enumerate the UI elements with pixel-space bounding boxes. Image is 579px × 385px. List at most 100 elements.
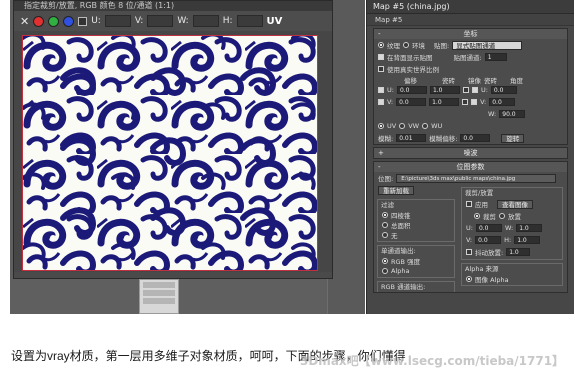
- apply-checkbox[interactable]: [466, 201, 472, 207]
- map-name-field[interactable]: Map #5: [367, 14, 574, 26]
- v-tile-checkbox[interactable]: [471, 99, 478, 105]
- uv-label: UV: [266, 15, 283, 27]
- w-angle-field[interactable]: 90.0: [499, 110, 526, 118]
- rgb-output-label: RGB 通道输出:: [381, 283, 426, 291]
- alpha-source-group: Alpha 来源 图像 Alpha: [461, 263, 563, 286]
- w-axis-label: W:: [488, 110, 497, 118]
- jitter-checkbox[interactable]: [466, 249, 472, 255]
- crop-v-field[interactable]: 0.0: [475, 236, 502, 244]
- blur-offset-field[interactable]: 0.0: [460, 134, 491, 142]
- u-field[interactable]: [104, 15, 131, 27]
- uv-radio[interactable]: [378, 123, 384, 129]
- u-offset-field[interactable]: 0.0: [396, 86, 427, 94]
- u-axis-label: U:: [387, 86, 394, 94]
- menu-row[interactable]: [143, 298, 175, 304]
- crop-u-field[interactable]: 0.0: [475, 224, 502, 232]
- crop-h-field[interactable]: 1.0: [514, 236, 541, 244]
- collapse-icon[interactable]: -: [378, 29, 381, 39]
- texture-radio[interactable]: [378, 42, 384, 48]
- view-image-button[interactable]: 查看图像: [497, 199, 533, 209]
- menu-row[interactable]: [143, 282, 175, 288]
- blur-row: 模糊: 0.01 模糊偏移: 0.0 旋转: [374, 132, 567, 144]
- crop-radio[interactable]: [474, 213, 480, 219]
- close-icon[interactable]: ✕: [20, 15, 29, 28]
- bitmap-path-button[interactable]: E:\picture\3ds max\public maps\china.jpg: [396, 173, 557, 183]
- crop-u-label: U:: [466, 224, 473, 232]
- green-channel-button[interactable]: [48, 15, 60, 27]
- wu-radio[interactable]: [422, 123, 429, 129]
- show-on-back-row: 在背面显示贴图 贴图通道: 1: [374, 51, 567, 63]
- mono-rgb-radio[interactable]: [382, 258, 388, 264]
- col-angle-header: 角度: [510, 76, 523, 85]
- w-field[interactable]: [192, 15, 219, 27]
- w-label: W:: [177, 16, 189, 26]
- apply-label: 应用: [475, 201, 488, 209]
- filter-summed-radio[interactable]: [382, 222, 388, 228]
- blur-field[interactable]: 0.01: [396, 134, 427, 142]
- col-offset-header: 偏移: [404, 76, 417, 85]
- h-field[interactable]: [236, 15, 263, 27]
- quad-menu-fragment[interactable]: [139, 279, 179, 314]
- vw-radio-label: VW: [408, 122, 420, 130]
- menu-row[interactable]: [143, 290, 175, 296]
- noise-rollout: + 噪波: [373, 147, 568, 159]
- coord-column-headers: 偏移 瓷砖 镜像 瓷砖 角度: [374, 75, 567, 85]
- u-use-checkbox[interactable]: [378, 87, 384, 93]
- bitmap-rollout-header[interactable]: - 位图参数: [374, 162, 567, 172]
- bitmap-path-label: 位图:: [378, 175, 394, 183]
- v-offset-field[interactable]: 0.0: [396, 98, 427, 106]
- alpha-image-radio[interactable]: [466, 276, 472, 282]
- place-radio[interactable]: [499, 213, 505, 219]
- collapse-icon[interactable]: -: [378, 162, 381, 172]
- crop-window-bottom-bar: [14, 272, 332, 278]
- v-mirror-checkbox[interactable]: [462, 99, 469, 105]
- vw-radio[interactable]: [399, 123, 406, 129]
- map-channel-spinner[interactable]: 1: [484, 53, 507, 61]
- v-angle-field[interactable]: 0.0: [489, 98, 516, 106]
- uvw-row: UV VW WU: [374, 120, 567, 132]
- crop-h-label: H:: [504, 236, 512, 244]
- show-on-back-checkbox[interactable]: [378, 54, 384, 60]
- noise-rollout-header[interactable]: + 噪波: [374, 148, 567, 158]
- u-mirror-checkbox[interactable]: [462, 87, 469, 93]
- mono-output-group: 单通道输出: RGB 强度 Alpha: [377, 245, 455, 278]
- filter-none-radio[interactable]: [382, 232, 388, 238]
- blue-channel-button[interactable]: [63, 15, 75, 27]
- bitmap-right-column: 裁剪/放置 应用 查看图像 裁剪 放置 U: 0.0 W: 1.0 V: 0.0 H: 1.0 …: [458, 184, 566, 292]
- expand-icon[interactable]: +: [378, 148, 384, 158]
- v-use-checkbox[interactable]: [378, 99, 384, 105]
- red-channel-button[interactable]: [33, 15, 45, 27]
- u-tiling-field[interactable]: 1.0: [429, 86, 460, 94]
- show-on-back-label: 在背面显示贴图: [387, 54, 433, 62]
- material-editor-panel: Map #5 (china.jpg) Map #5 - 坐标 纹理 环境 贴图:…: [366, 0, 574, 314]
- mono-alpha-radio[interactable]: [382, 268, 388, 274]
- crop-w-label: W:: [504, 224, 514, 232]
- coordinates-rollout-header[interactable]: - 坐标: [374, 29, 567, 39]
- filtering-group-label: 过滤: [381, 201, 394, 209]
- environ-radio[interactable]: [403, 42, 409, 48]
- real-world-checkbox[interactable]: [378, 66, 384, 72]
- mapping-row: 纹理 环境 贴图: 显式贴图通道: [374, 39, 567, 51]
- reload-button[interactable]: 重新加载: [378, 185, 414, 195]
- crop-window[interactable]: 指定裁剪/放置, RGB 颜色 8 位/通道 (1:1) ✕ U: V: W: …: [13, 0, 333, 279]
- coord-u-row: U: 0.0 1.0 U: 0.0: [374, 84, 567, 96]
- u-angle-field[interactable]: 0.0: [490, 86, 517, 94]
- v-field[interactable]: [147, 15, 174, 27]
- bitmap-header-label: 位图参数: [456, 163, 485, 171]
- map-channel-label: 贴图通道:: [453, 54, 482, 62]
- place-radio-label: 放置: [508, 213, 521, 221]
- rotate-button[interactable]: 旋转: [501, 133, 525, 143]
- u-tile-checkbox[interactable]: [471, 87, 478, 93]
- bitmap-left-column: 重新加载 过滤 四棱锥 总面积 无 单通道输出: RGB 强度 Alpha RG…: [374, 184, 458, 292]
- jitter-field[interactable]: 1.0: [506, 248, 531, 256]
- bitmap-preview[interactable]: [22, 35, 318, 271]
- col-tiling-header: 瓷砖: [442, 76, 455, 85]
- alpha-toggle-checkbox[interactable]: [78, 16, 88, 26]
- mono-alpha-label: Alpha: [391, 267, 410, 275]
- blue-white-scroll-pattern-image: [23, 36, 317, 270]
- u-label: U:: [91, 16, 101, 26]
- filter-pyramidal-radio[interactable]: [382, 212, 388, 218]
- mapping-dropdown[interactable]: 显式贴图通道: [452, 40, 523, 50]
- crop-w-field[interactable]: 1.0: [516, 224, 543, 232]
- v-tiling-field[interactable]: 1.0: [429, 98, 460, 106]
